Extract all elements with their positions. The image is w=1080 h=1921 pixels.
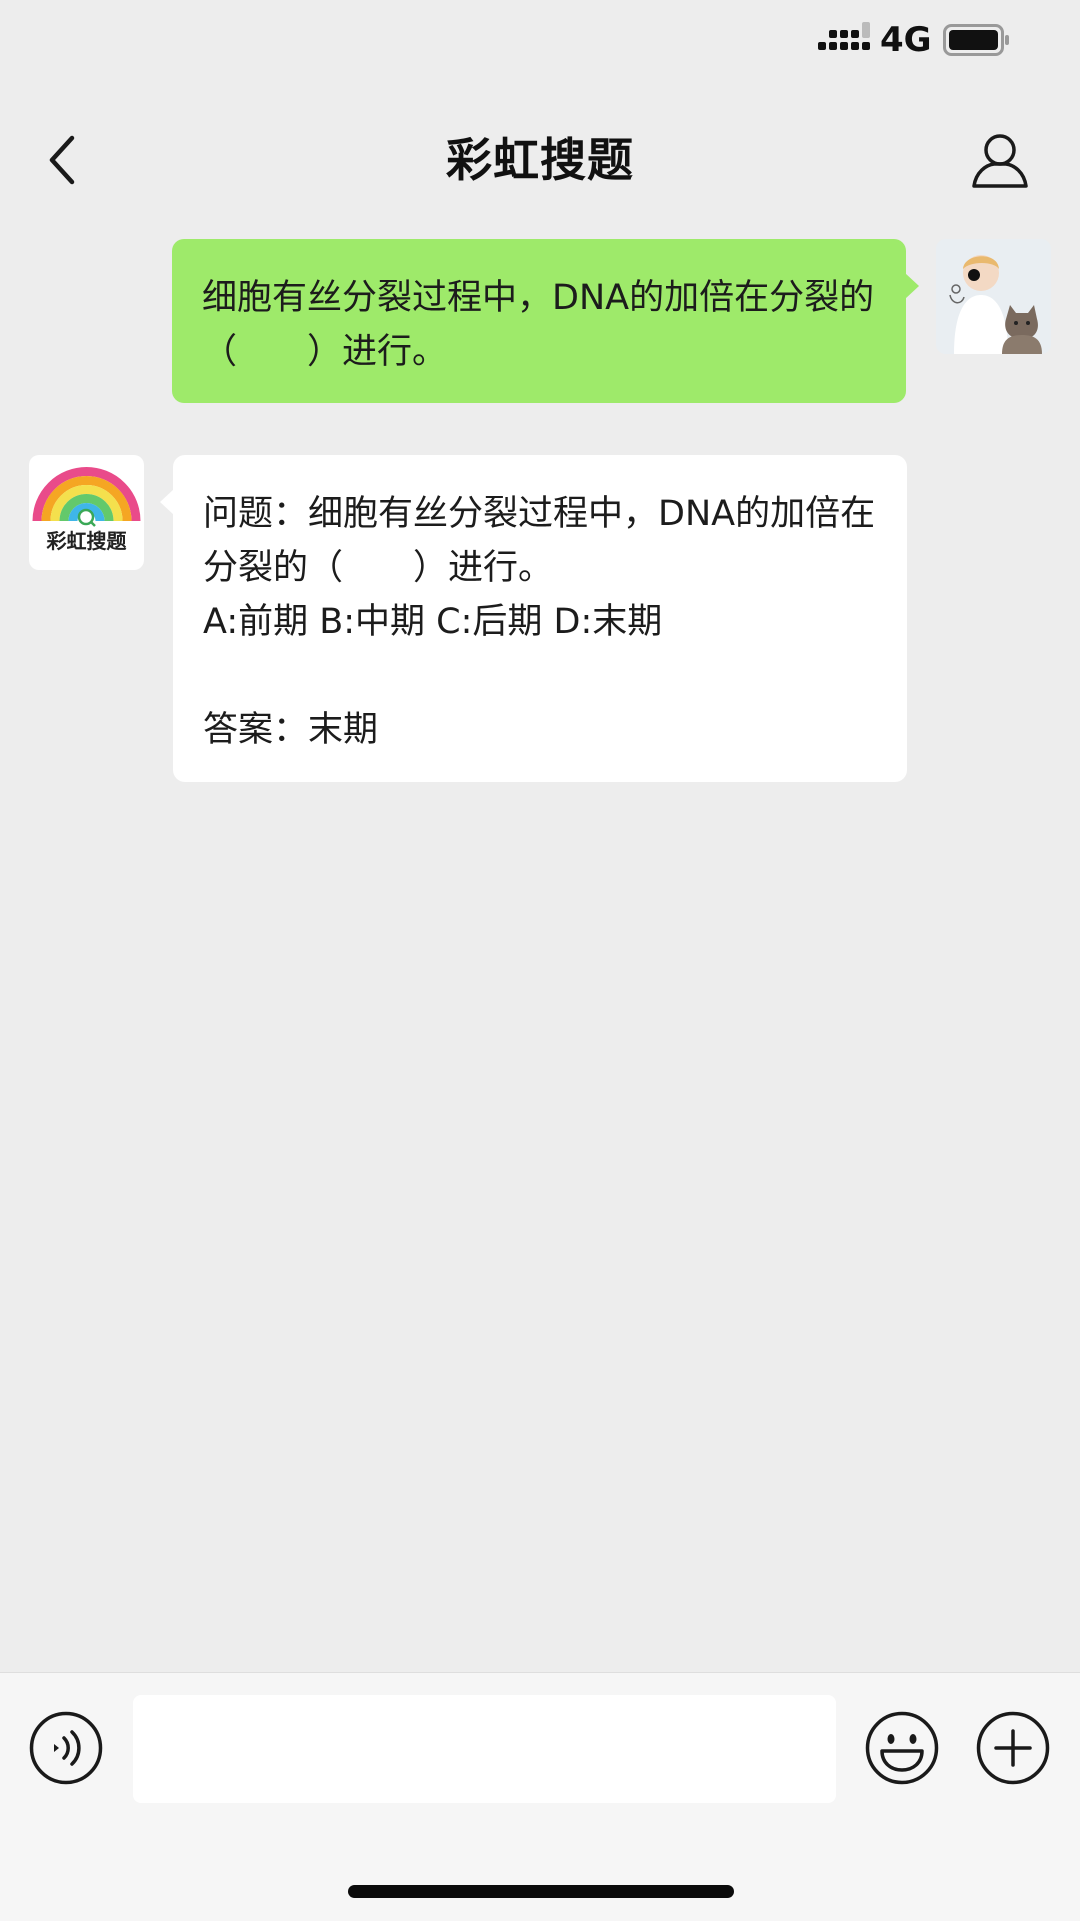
plus-icon[interactable] [976, 1711, 1050, 1785]
bot-message-question: 问题：细胞有丝分裂过程中，DNA的加倍在分裂的（ ）进行。 [203, 494, 876, 588]
signal-icon [818, 22, 870, 50]
person-icon [972, 134, 1028, 188]
profile-button[interactable] [965, 128, 1035, 194]
bot-avatar-label: 彩虹搜题 [46, 529, 127, 553]
bot-message-bubble: 问题：细胞有丝分裂过程中，DNA的加倍在分裂的（ ）进行。 A:前期 B:中期 … [160, 455, 907, 782]
page-title: 彩虹搜题 [446, 133, 634, 187]
user-avatar[interactable] [936, 239, 1051, 354]
emoji-icon[interactable] [865, 1711, 939, 1785]
user-message-bubble: 细胞有丝分裂过程中，DNA的加倍在分裂的（ ）进行。 [172, 239, 919, 403]
nav-bar: 彩虹搜题 [0, 110, 1080, 212]
bot-message-options: A:前期 B:中期 C:后期 D:末期 [203, 602, 663, 642]
message-input[interactable] [133, 1695, 836, 1803]
rainbow-logo-icon [32, 467, 141, 527]
input-bar [0, 1672, 1080, 1921]
avatar-photo-icon [936, 239, 1051, 354]
status-bar: 4G [0, 0, 1080, 84]
bot-message-answer: 答案：末期 [203, 710, 379, 750]
network-label: 4G [880, 20, 932, 60]
battery-icon [943, 24, 1009, 56]
home-indicator[interactable] [348, 1885, 734, 1898]
bot-message-spacer [203, 649, 877, 703]
voice-icon[interactable] [29, 1711, 103, 1785]
bot-avatar[interactable]: 彩虹搜题 [29, 455, 144, 570]
